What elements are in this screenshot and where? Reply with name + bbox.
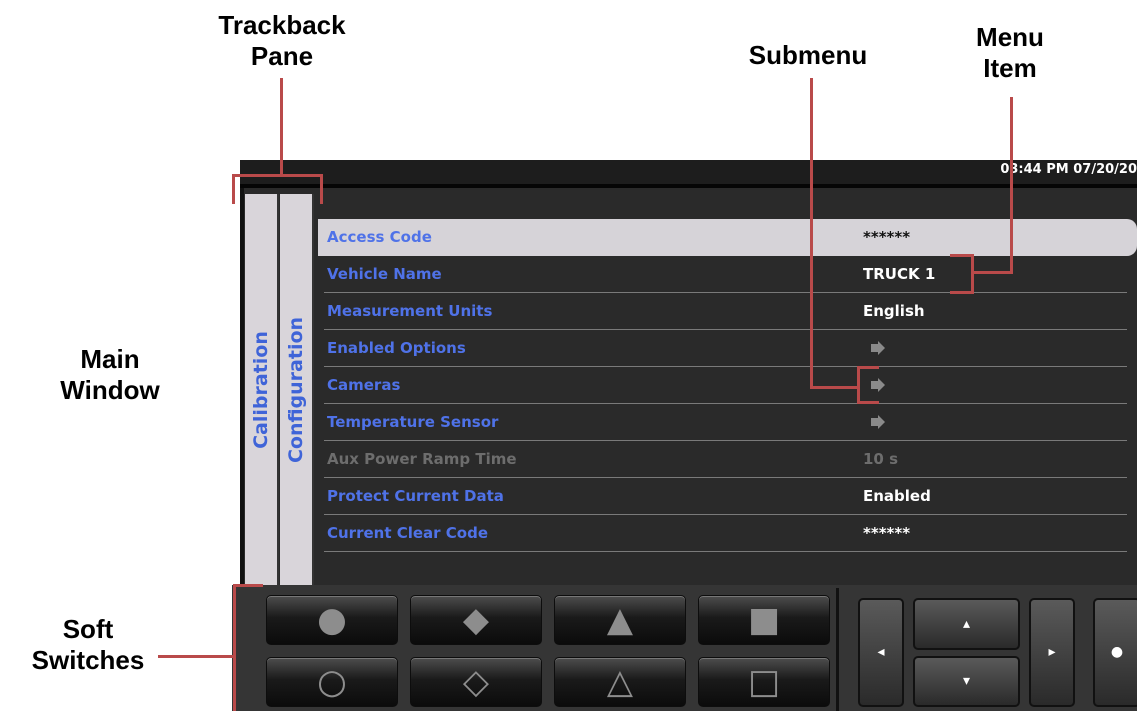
submenu-arrow-icon: [871, 341, 885, 355]
callout-main-window: Main Window: [40, 344, 180, 406]
filled-diamond-icon: ◆: [462, 600, 490, 640]
nav-select-button[interactable]: ●: [1093, 598, 1137, 707]
callout-soft-switches: Soft Switches: [18, 614, 158, 676]
arrow-up-icon: ▴: [962, 616, 971, 632]
menu-row-value: 10 s: [863, 450, 899, 468]
submenu-bracket-bottom: [857, 401, 879, 404]
menu-row-value: English: [863, 302, 925, 320]
callout-trackback-line1: Trackback: [218, 10, 346, 40]
menu-row-value: ******: [863, 524, 911, 542]
tab-configuration[interactable]: Configuration: [280, 194, 314, 585]
soft-switch-6[interactable]: ◇: [410, 657, 542, 707]
outline-diamond-icon: ◇: [462, 662, 490, 702]
outline-square-icon: □: [747, 662, 781, 702]
trackback-pane-edge: [240, 188, 244, 585]
arrow-right-icon: ▸: [1048, 644, 1056, 660]
menu-row-label: Access Code: [327, 228, 432, 246]
menu-row-value: Enabled: [863, 487, 931, 505]
nav-left-button[interactable]: ◂: [858, 598, 904, 707]
callout-main-window-line2: Window: [60, 375, 160, 405]
soft-switch-8[interactable]: □: [698, 657, 830, 707]
trackback-leader-vertical: [280, 78, 283, 174]
menu-item-leader-vertical: [1010, 97, 1013, 273]
tab-calibration-label: Calibration: [250, 330, 272, 449]
callout-menu-item-line1: Menu: [976, 22, 1044, 52]
main-window: 03:44 PM 07/20/20 Calibration Configurat…: [240, 160, 1137, 585]
menu-row-enabled-options[interactable]: Enabled Options: [318, 330, 1137, 367]
soft-switch-5[interactable]: ○: [266, 657, 398, 707]
soft-switch-7[interactable]: △: [554, 657, 686, 707]
callout-menu-item-line2: Item: [983, 53, 1037, 83]
tab-configuration-label: Configuration: [285, 316, 307, 463]
soft-switches-leader-horizontal: [158, 655, 236, 658]
soft-switch-4[interactable]: ■: [698, 595, 830, 645]
callout-menu-item: Menu Item: [950, 22, 1070, 84]
menu-row-value: ******: [863, 228, 911, 246]
trackback-bracket-right: [320, 174, 323, 204]
callout-trackback-line2: Pane: [250, 41, 314, 71]
callout-main-window-line1: Main: [80, 344, 140, 374]
menu-row-aux-power-ramp-time: Aux Power Ramp Time 10 s: [318, 441, 1137, 478]
menu-row-current-clear-code[interactable]: Current Clear Code ******: [318, 515, 1137, 552]
tab-calibration[interactable]: Calibration: [245, 194, 279, 585]
nav-right-button[interactable]: ▸: [1029, 598, 1075, 707]
clock-readout: 03:44 PM 07/20/20: [1000, 162, 1137, 177]
menu-item-bracket-vertical: [971, 254, 974, 294]
submenu-arrow-icon: [871, 378, 885, 392]
menu-row-value: TRUCK 1: [863, 265, 936, 283]
callout-submenu-text: Submenu: [748, 40, 868, 70]
trackback-bracket-top: [232, 174, 323, 177]
callout-submenu: Submenu: [728, 40, 888, 71]
filled-circle-icon: ●: [317, 600, 347, 640]
arrow-down-icon: ▾: [962, 673, 971, 689]
submenu-leader-vertical: [810, 78, 813, 388]
callout-soft-switches-line2: Switches: [31, 645, 145, 675]
submenu-arrow-icon: [871, 415, 885, 429]
menu-row-label: Temperature Sensor: [327, 413, 499, 431]
menu-item-leader-horizontal: [971, 271, 1013, 274]
outline-triangle-icon: △: [606, 662, 634, 702]
menu-row-label: Measurement Units: [327, 302, 493, 320]
menu-row-temperature-sensor[interactable]: Temperature Sensor: [318, 404, 1137, 441]
soft-switch-3[interactable]: ▲: [554, 595, 686, 645]
submenu-bracket-top: [857, 366, 879, 369]
soft-switches-bracket-vertical: [233, 584, 236, 711]
menu-item-bracket-top: [950, 254, 974, 257]
soft-switch-1[interactable]: ●: [266, 595, 398, 645]
soft-switches-bracket-top: [233, 584, 263, 587]
menu-row-label: Enabled Options: [327, 339, 466, 357]
soft-switch-2[interactable]: ◆: [410, 595, 542, 645]
submenu-leader-horizontal: [810, 386, 860, 389]
menu-item-bracket-bottom: [950, 291, 974, 294]
menu-row-label: Protect Current Data: [327, 487, 504, 505]
menu-row-label: Aux Power Ramp Time: [327, 450, 517, 468]
menu-row-vehicle-name[interactable]: Vehicle Name TRUCK 1: [318, 256, 1137, 293]
select-dot-icon: ●: [1110, 644, 1124, 660]
nav-down-button[interactable]: ▾: [913, 656, 1020, 707]
submenu-bracket-vertical: [857, 366, 860, 404]
arrow-left-icon: ◂: [877, 644, 885, 660]
menu-row-access-code[interactable]: Access Code ******: [318, 219, 1137, 256]
menu-row-measurement-units[interactable]: Measurement Units English: [318, 293, 1137, 330]
nav-up-button[interactable]: ▴: [913, 598, 1020, 650]
menu-row-label: Cameras: [327, 376, 401, 394]
row-divider: [324, 551, 1127, 552]
status-bar: 03:44 PM 07/20/20: [240, 160, 1137, 188]
outline-circle-icon: ○: [317, 662, 347, 702]
nav-divider: [836, 588, 839, 711]
trackback-bracket-left: [232, 174, 235, 204]
filled-triangle-icon: ▲: [606, 600, 634, 640]
callout-soft-switches-line1: Soft: [62, 614, 114, 644]
menu-row-protect-current-data[interactable]: Protect Current Data Enabled: [318, 478, 1137, 515]
callout-trackback-pane: Trackback Pane: [192, 10, 372, 72]
menu-row-cameras[interactable]: Cameras: [318, 367, 1137, 404]
menu-row-label: Current Clear Code: [327, 524, 489, 542]
filled-square-icon: ■: [747, 600, 781, 640]
menu-row-label: Vehicle Name: [327, 265, 442, 283]
